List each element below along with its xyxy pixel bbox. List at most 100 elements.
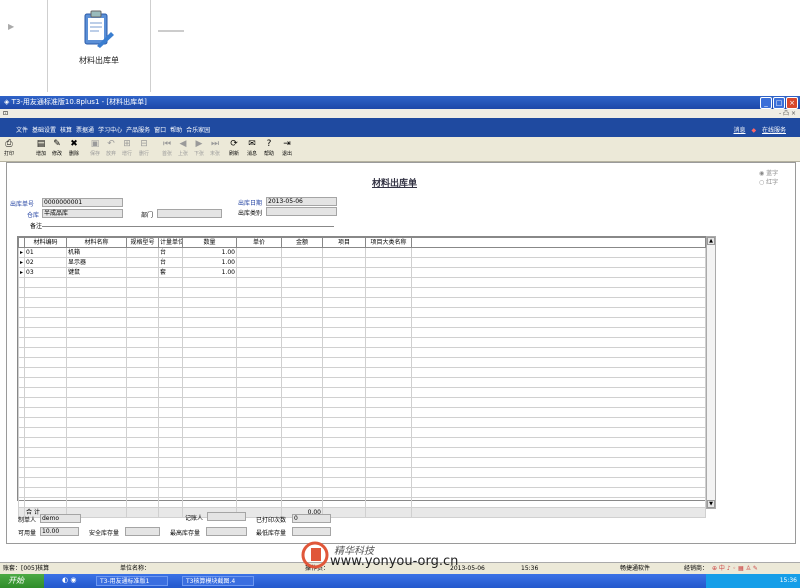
cell-empty[interactable] — [322, 367, 366, 378]
cell-empty[interactable] — [126, 487, 159, 498]
cell-empty[interactable] — [182, 407, 237, 418]
cell-empty[interactable] — [281, 357, 323, 368]
cell-empty[interactable] — [322, 377, 366, 388]
table-row-empty[interactable] — [18, 287, 706, 298]
cell-empty[interactable] — [411, 297, 706, 308]
cell-empty[interactable] — [158, 407, 183, 418]
cell-empty[interactable] — [281, 337, 323, 348]
cell-empty[interactable] — [182, 457, 237, 468]
doc-no-field[interactable]: 0000000001 — [42, 198, 123, 207]
cell-empty[interactable] — [182, 377, 237, 388]
cell-empty[interactable] — [236, 307, 282, 318]
cell-unit[interactable]: 套 — [158, 267, 183, 278]
cell-empty[interactable] — [126, 367, 159, 378]
cell-empty[interactable] — [236, 327, 282, 338]
cell-empty[interactable] — [281, 317, 323, 328]
cell-empty[interactable] — [365, 387, 412, 398]
toolbar-button-exit[interactable]: ⇥ 退出 — [280, 138, 294, 160]
cell-empty[interactable] — [236, 437, 282, 448]
cell-empty[interactable] — [158, 447, 183, 458]
cell-empty[interactable] — [236, 387, 282, 398]
date-field[interactable]: 2013-05-06 — [266, 197, 337, 206]
cell-empty[interactable] — [158, 377, 183, 388]
cell-empty[interactable] — [236, 407, 282, 418]
menu-item-3[interactable]: 票据通 — [76, 125, 94, 134]
cell-empty[interactable] — [66, 367, 127, 378]
cell-empty[interactable] — [281, 417, 323, 428]
toolbar-button-refresh[interactable]: ⟳ 刷新 — [227, 138, 241, 160]
cell-empty[interactable] — [281, 387, 323, 398]
cell-empty[interactable] — [24, 287, 67, 298]
cell-empty[interactable] — [24, 467, 67, 478]
cell-pclass[interactable] — [365, 247, 412, 258]
cell-empty[interactable] — [66, 377, 127, 388]
table-row[interactable]: ▸ 02 显示器台 1.00 — [18, 257, 706, 268]
cell-empty[interactable] — [322, 477, 366, 488]
scroll-up-icon[interactable]: ▲ — [707, 237, 715, 245]
cell-price[interactable] — [236, 267, 282, 278]
cell-empty[interactable] — [126, 287, 159, 298]
cell-empty[interactable] — [66, 437, 127, 448]
cell-empty[interactable] — [24, 437, 67, 448]
cell-empty[interactable] — [66, 287, 127, 298]
cell-empty[interactable] — [365, 467, 412, 478]
cell-empty[interactable] — [411, 337, 706, 348]
cell-name[interactable]: 显示器 — [66, 257, 127, 268]
vertical-scrollbar[interactable]: ▲ ▼ — [706, 236, 716, 509]
cell-empty[interactable] — [411, 487, 706, 498]
cell-empty[interactable] — [24, 387, 67, 398]
cell-empty[interactable] — [281, 287, 323, 298]
cell-empty[interactable] — [182, 397, 237, 408]
cell-empty[interactable] — [24, 417, 67, 428]
cell-empty[interactable] — [126, 357, 159, 368]
remark-field[interactable] — [42, 226, 334, 227]
cell-empty[interactable] — [158, 417, 183, 428]
toolbar-button-message[interactable]: ✉ 消息 — [245, 138, 259, 160]
table-row-empty[interactable] — [18, 347, 706, 358]
task-screenshot[interactable]: T3核算模块截图.4 — [182, 576, 254, 586]
cell-empty[interactable] — [322, 467, 366, 478]
cell-empty[interactable] — [322, 277, 366, 288]
cell-empty[interactable] — [182, 467, 237, 478]
cell-empty[interactable] — [322, 417, 366, 428]
cell-code[interactable]: 03 — [24, 267, 67, 278]
toolbar-button-last[interactable]: ⏭ 末张 — [208, 138, 222, 160]
cell-empty[interactable] — [365, 357, 412, 368]
menu-online-service[interactable]: 在线服务 — [762, 125, 786, 134]
cell-empty[interactable] — [236, 367, 282, 378]
scroll-left-arrow-icon[interactable]: ▶ — [8, 22, 14, 31]
cell-empty[interactable] — [281, 327, 323, 338]
cell-empty[interactable] — [365, 397, 412, 408]
cell-code[interactable]: 02 — [24, 257, 67, 268]
cell-empty[interactable] — [126, 387, 159, 398]
shortcut-material-outbound[interactable]: 材料出库单 — [47, 0, 151, 92]
cell-empty[interactable] — [126, 327, 159, 338]
cell-empty[interactable] — [66, 387, 127, 398]
cell-spec[interactable] — [126, 247, 159, 258]
column-header[interactable]: 材料编码 — [24, 237, 67, 248]
menu-item-1[interactable]: 基础设置 — [32, 125, 56, 134]
cell-empty[interactable] — [236, 377, 282, 388]
cell-empty[interactable] — [66, 337, 127, 348]
menu-message[interactable]: 消息 — [734, 125, 746, 134]
cell-empty[interactable] — [126, 317, 159, 328]
cell-empty[interactable] — [158, 387, 183, 398]
cell-empty[interactable] — [24, 337, 67, 348]
cell-empty[interactable] — [126, 397, 159, 408]
toolbar-button-edit[interactable]: ✎ 修改 — [50, 138, 64, 160]
cell-empty[interactable] — [411, 447, 706, 458]
cell-empty[interactable] — [158, 437, 183, 448]
cell-empty[interactable] — [322, 347, 366, 358]
cell-empty[interactable] — [182, 347, 237, 358]
cell-empty[interactable] — [322, 497, 366, 508]
cell-empty[interactable] — [126, 307, 159, 318]
radio-red[interactable]: ○ 红字 — [759, 177, 778, 186]
cell-name[interactable]: 机箱 — [66, 247, 127, 258]
cell-empty[interactable] — [24, 407, 67, 418]
start-button[interactable]: 开始 — [0, 574, 44, 588]
cell-name[interactable]: 键鼠 — [66, 267, 127, 278]
cell-empty[interactable] — [66, 297, 127, 308]
cell-empty[interactable] — [182, 287, 237, 298]
table-row-empty[interactable] — [18, 467, 706, 478]
cell-empty[interactable] — [126, 277, 159, 288]
